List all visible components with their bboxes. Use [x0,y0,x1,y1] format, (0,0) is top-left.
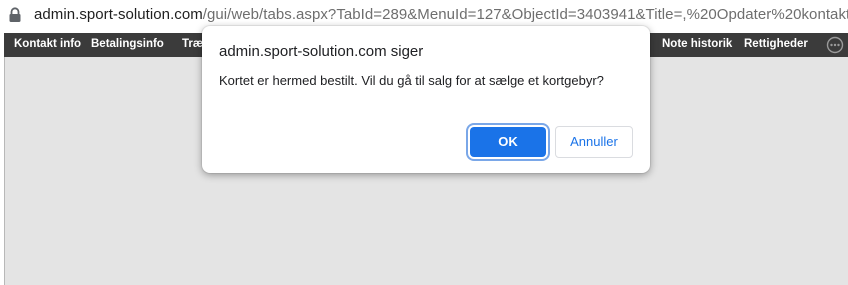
dialog-title: admin.sport-solution.com siger [219,43,424,60]
dialog-message: Kortet er hermed bestilt. Vil du gå til … [219,73,604,88]
tab-note-historik[interactable]: Note historik [662,38,732,50]
cancel-button[interactable]: Annuller [555,126,633,158]
url-path: /gui/web/tabs.aspx?TabId=289&MenuId=127&… [202,6,848,23]
tab-traeningsinfo[interactable]: Træ [182,38,203,50]
lock-icon[interactable] [8,7,22,23]
tab-kontakt-info[interactable]: Kontakt info [14,38,81,50]
tab-rettigheder[interactable]: Rettigheder [744,38,808,50]
more-options-icon[interactable] [826,36,844,54]
content-left-border [4,57,5,285]
alert-dialog: admin.sport-solution.com siger Kortet er… [202,26,650,173]
ok-button[interactable]: OK [470,127,546,157]
url-text[interactable]: admin.sport-solution.com/gui/web/tabs.as… [34,6,848,23]
tab-betalingsinfo[interactable]: Betalingsinfo [91,38,164,50]
url-host: admin.sport-solution.com [34,6,203,23]
